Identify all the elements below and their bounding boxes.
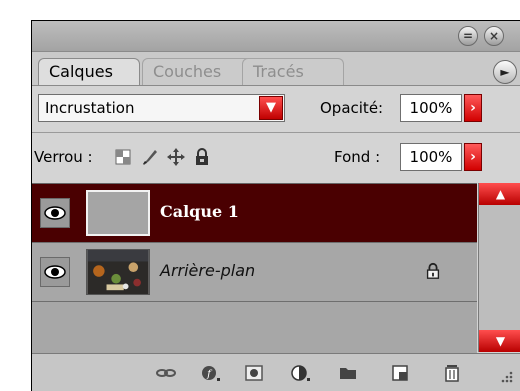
fill-label: Fond : xyxy=(334,148,381,166)
layer-style-icon[interactable]: f xyxy=(200,363,220,383)
layer-mask-icon[interactable] xyxy=(244,363,264,383)
lock-row: Verrou : Fond : 100% › xyxy=(32,132,520,183)
new-layer-icon[interactable] xyxy=(390,363,410,383)
lock-all-icon[interactable] xyxy=(192,147,212,167)
fill-value: 100% xyxy=(409,148,453,166)
scroll-down-icon[interactable]: ▼ xyxy=(479,330,520,352)
tab-couches[interactable]: Couches xyxy=(142,58,252,85)
visibility-toggle[interactable] xyxy=(40,198,70,228)
lock-transparency-icon[interactable] xyxy=(114,147,134,167)
panel-menu-icon[interactable]: ► xyxy=(493,60,517,84)
blend-mode-select[interactable]: Incrustation ▼ xyxy=(38,94,285,122)
lock-move-icon[interactable] xyxy=(166,147,186,167)
layer-thumbnail xyxy=(86,190,150,236)
panel-titlebar: = × xyxy=(32,21,520,52)
lock-icon xyxy=(426,262,440,279)
delete-layer-icon[interactable] xyxy=(442,363,462,383)
visibility-toggle[interactable] xyxy=(40,257,70,287)
tab-traces-label: Tracés xyxy=(253,62,304,81)
minimize-icon[interactable]: = xyxy=(458,26,478,46)
tab-calques-label: Calques xyxy=(49,62,113,81)
eye-icon xyxy=(44,265,66,279)
lock-label: Verrou : xyxy=(34,148,93,166)
layer-list: Calque 1 Arrière-plan xyxy=(32,183,477,353)
link-layers-icon[interactable] xyxy=(156,363,176,383)
tab-traces[interactable]: Tracés xyxy=(242,58,344,85)
opacity-slider-button[interactable]: › xyxy=(464,94,482,122)
layer-thumbnail xyxy=(86,249,150,295)
layer-row-arriere-plan[interactable]: Arrière-plan xyxy=(32,243,477,302)
new-group-icon[interactable] xyxy=(338,363,358,383)
layer-name[interactable]: Calque 1 xyxy=(160,202,239,221)
close-icon[interactable]: × xyxy=(484,26,504,46)
scroll-up-icon[interactable]: ▲ xyxy=(479,183,520,205)
layer-name[interactable]: Arrière-plan xyxy=(160,261,255,280)
opacity-label: Opacité: xyxy=(320,99,384,117)
fill-slider-button[interactable]: › xyxy=(464,143,482,171)
panel-tabs: Calques Couches Tracés ► xyxy=(32,52,520,86)
blend-row: Incrustation ▼ Opacité: 100% › xyxy=(32,87,520,131)
eye-icon xyxy=(44,206,66,220)
opacity-value: 100% xyxy=(409,99,453,117)
layer-row-calque-1[interactable]: Calque 1 xyxy=(32,184,477,243)
lock-paint-icon[interactable] xyxy=(140,147,160,167)
resize-grip-icon[interactable] xyxy=(498,370,514,386)
fill-input[interactable]: 100% xyxy=(400,143,462,171)
adjustment-layer-icon[interactable] xyxy=(290,363,310,383)
chevron-down-icon[interactable]: ▼ xyxy=(259,96,283,120)
blend-mode-value: Incrustation xyxy=(45,99,135,117)
opacity-input[interactable]: 100% xyxy=(400,94,462,122)
tab-calques[interactable]: Calques xyxy=(38,58,140,85)
layers-toolbar: f xyxy=(32,353,520,391)
layer-list-scrollbar[interactable]: ▲ ▼ xyxy=(478,183,520,352)
tab-couches-label: Couches xyxy=(153,62,222,81)
layers-panel: = × Calques Couches Tracés ► Incrustatio… xyxy=(31,20,520,391)
